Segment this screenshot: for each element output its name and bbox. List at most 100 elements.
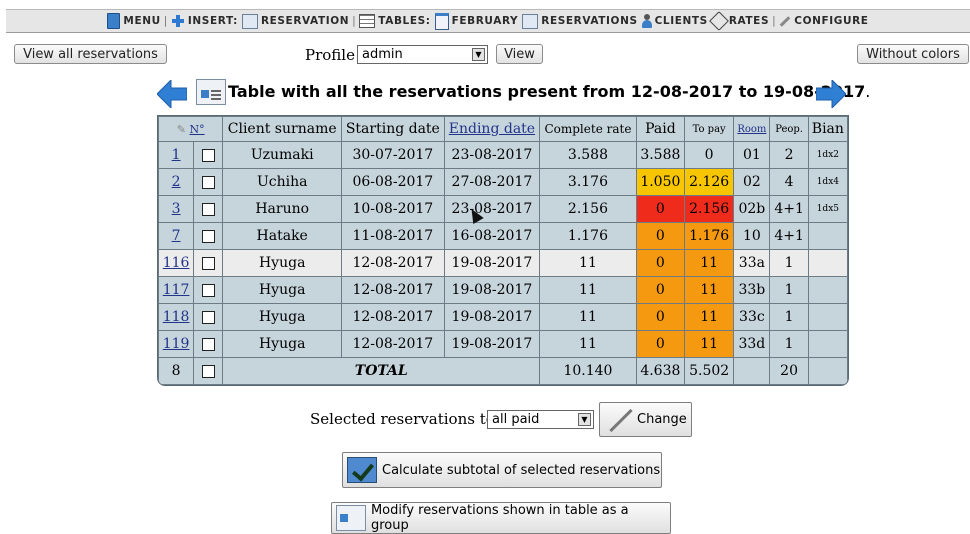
reservation-number-link[interactable]: 116: [163, 255, 190, 271]
people: 4+1: [769, 222, 809, 250]
configure-link[interactable]: CONFIGURE: [779, 15, 868, 27]
to-pay: 11: [683, 330, 735, 358]
client-surname: Hatake: [222, 222, 343, 250]
starting-date: 12-08-2017: [341, 330, 445, 358]
reservations-table: ✎ N° Client surname Starting date Ending…: [157, 115, 849, 386]
reservation-number-link[interactable]: 118: [163, 309, 190, 325]
plus-icon: [171, 14, 185, 28]
to-pay: 11: [683, 303, 735, 331]
row-checkbox[interactable]: [201, 256, 215, 270]
client-surname: Hyuga: [222, 330, 343, 358]
client-surname: Hyuga: [222, 249, 343, 277]
to-pay: 2.126: [683, 168, 735, 196]
view-all-reservations-button[interactable]: View all reservations: [14, 44, 167, 64]
row-checkbox[interactable]: [201, 337, 215, 351]
configure-label: CONFIGURE: [794, 15, 869, 27]
starting-date: 12-08-2017: [341, 303, 445, 331]
bian: 1dx5: [807, 195, 848, 223]
rates-link[interactable]: RATES: [708, 11, 770, 31]
ending-date: 23-08-2017: [443, 141, 541, 169]
calculate-subtotal-button[interactable]: Calculate subtotal of selected reservati…: [342, 452, 662, 488]
table-row: 1 Uzumaki 30-07-2017 23-08-2017 3.588 3.…: [158, 141, 848, 169]
view-button[interactable]: View: [496, 44, 543, 64]
without-colors-button[interactable]: Without colors: [857, 44, 969, 64]
header-starting-date: Starting date: [341, 116, 445, 142]
rates-label: RATES: [728, 15, 770, 27]
starting-date: 06-08-2017: [341, 168, 445, 196]
client-surname: Uzumaki: [222, 141, 343, 169]
header-ending-date[interactable]: Ending date: [443, 116, 541, 142]
complete-rate: 11: [539, 249, 637, 277]
selected-action-value: all paid: [492, 412, 540, 427]
tables-label: TABLES:: [359, 14, 430, 28]
menu-label: MENU: [123, 15, 161, 27]
february-link[interactable]: FEBRUARY: [434, 12, 519, 30]
room: 33c: [733, 303, 771, 331]
row-checkbox[interactable]: [201, 229, 215, 243]
paid: 3.588: [635, 141, 686, 169]
starting-date: 10-08-2017: [341, 195, 445, 223]
reservation-number-link[interactable]: 117: [163, 282, 190, 298]
table-row: 118 Hyuga 12-08-2017 19-08-2017 11 0 11 …: [158, 303, 848, 331]
reservation-number-link[interactable]: 2: [172, 174, 181, 190]
to-pay: 1.176: [683, 222, 735, 250]
total-people: 20: [769, 357, 809, 385]
top-menu-bar: MENU | INSERT: RESERVATION | TABLES: FEB…: [6, 9, 970, 33]
table-row: 119 Hyuga 12-08-2017 19-08-2017 11 0 11 …: [158, 330, 848, 358]
complete-rate: 2.156: [539, 195, 637, 223]
total-to-pay: 5.502: [683, 357, 735, 385]
table-row: 7 Hatake 11-08-2017 16-08-2017 1.176 0 1…: [158, 222, 848, 250]
total-row: 8 TOTAL 10.140 4.638 5.502 20: [158, 357, 848, 385]
room: 02: [733, 168, 771, 196]
bian: 1dx4: [807, 168, 848, 196]
header-people: Peop.: [769, 116, 809, 142]
menu-separator: |: [772, 15, 777, 27]
insert-label: INSERT:: [171, 14, 238, 28]
header-client-surname: Client surname: [222, 116, 343, 142]
header-complete-rate: Complete rate: [539, 116, 637, 142]
reservation-number-link[interactable]: 119: [163, 336, 190, 352]
people: 1: [769, 249, 809, 277]
header-room[interactable]: Room: [733, 116, 771, 142]
reservation-number-link[interactable]: 7: [172, 228, 181, 244]
row-checkbox[interactable]: [201, 283, 215, 297]
ending-date: 16-08-2017: [443, 222, 541, 250]
row-checkbox[interactable]: [201, 148, 215, 162]
change-button[interactable]: Change: [599, 402, 692, 437]
insert-reservation-link[interactable]: RESERVATION: [241, 13, 349, 29]
calendar-icon: [434, 12, 449, 30]
clients-link[interactable]: CLIENTS: [641, 14, 708, 28]
room: 02b: [733, 195, 771, 223]
previous-arrow-icon[interactable]: [157, 80, 187, 108]
selected-action-select[interactable]: all paid ▼: [487, 410, 594, 429]
next-arrow-icon[interactable]: [816, 80, 846, 108]
header-paid: Paid: [635, 116, 686, 142]
menu-link[interactable]: MENU: [107, 13, 160, 29]
profile-select[interactable]: admin ▼: [357, 45, 488, 64]
modify-group-button[interactable]: Modify reservations shown in table as a …: [331, 502, 671, 534]
complete-rate: 3.176: [539, 168, 637, 196]
person-icon: [641, 14, 652, 28]
select-all-checkbox[interactable]: [201, 364, 215, 378]
header-number-link[interactable]: N°: [189, 123, 204, 136]
page-title: Table with all the reservations present …: [228, 82, 870, 101]
row-checkbox[interactable]: [201, 310, 215, 324]
reservation-number-link[interactable]: 3: [172, 201, 181, 217]
header-number[interactable]: ✎ N°: [158, 116, 224, 142]
to-pay: 0: [683, 141, 735, 169]
row-checkbox[interactable]: [201, 175, 215, 189]
row-checkbox[interactable]: [201, 202, 215, 216]
reservations-link[interactable]: RESERVATIONS: [522, 13, 637, 29]
paid: 1.050: [635, 168, 686, 196]
group-label: Modify reservations shown in table as a …: [370, 503, 629, 533]
starting-date: 30-07-2017: [341, 141, 445, 169]
header-to-pay: To pay: [683, 116, 735, 142]
total-paid: 4.638: [635, 357, 686, 385]
profile-label: Profile: [305, 46, 355, 64]
reservation-number-link[interactable]: 1: [172, 147, 181, 163]
ending-date: 19-08-2017: [443, 249, 541, 277]
paid: 0: [635, 249, 686, 277]
room: 01: [733, 141, 771, 169]
to-pay: 11: [683, 249, 735, 277]
starting-date: 12-08-2017: [341, 276, 445, 304]
